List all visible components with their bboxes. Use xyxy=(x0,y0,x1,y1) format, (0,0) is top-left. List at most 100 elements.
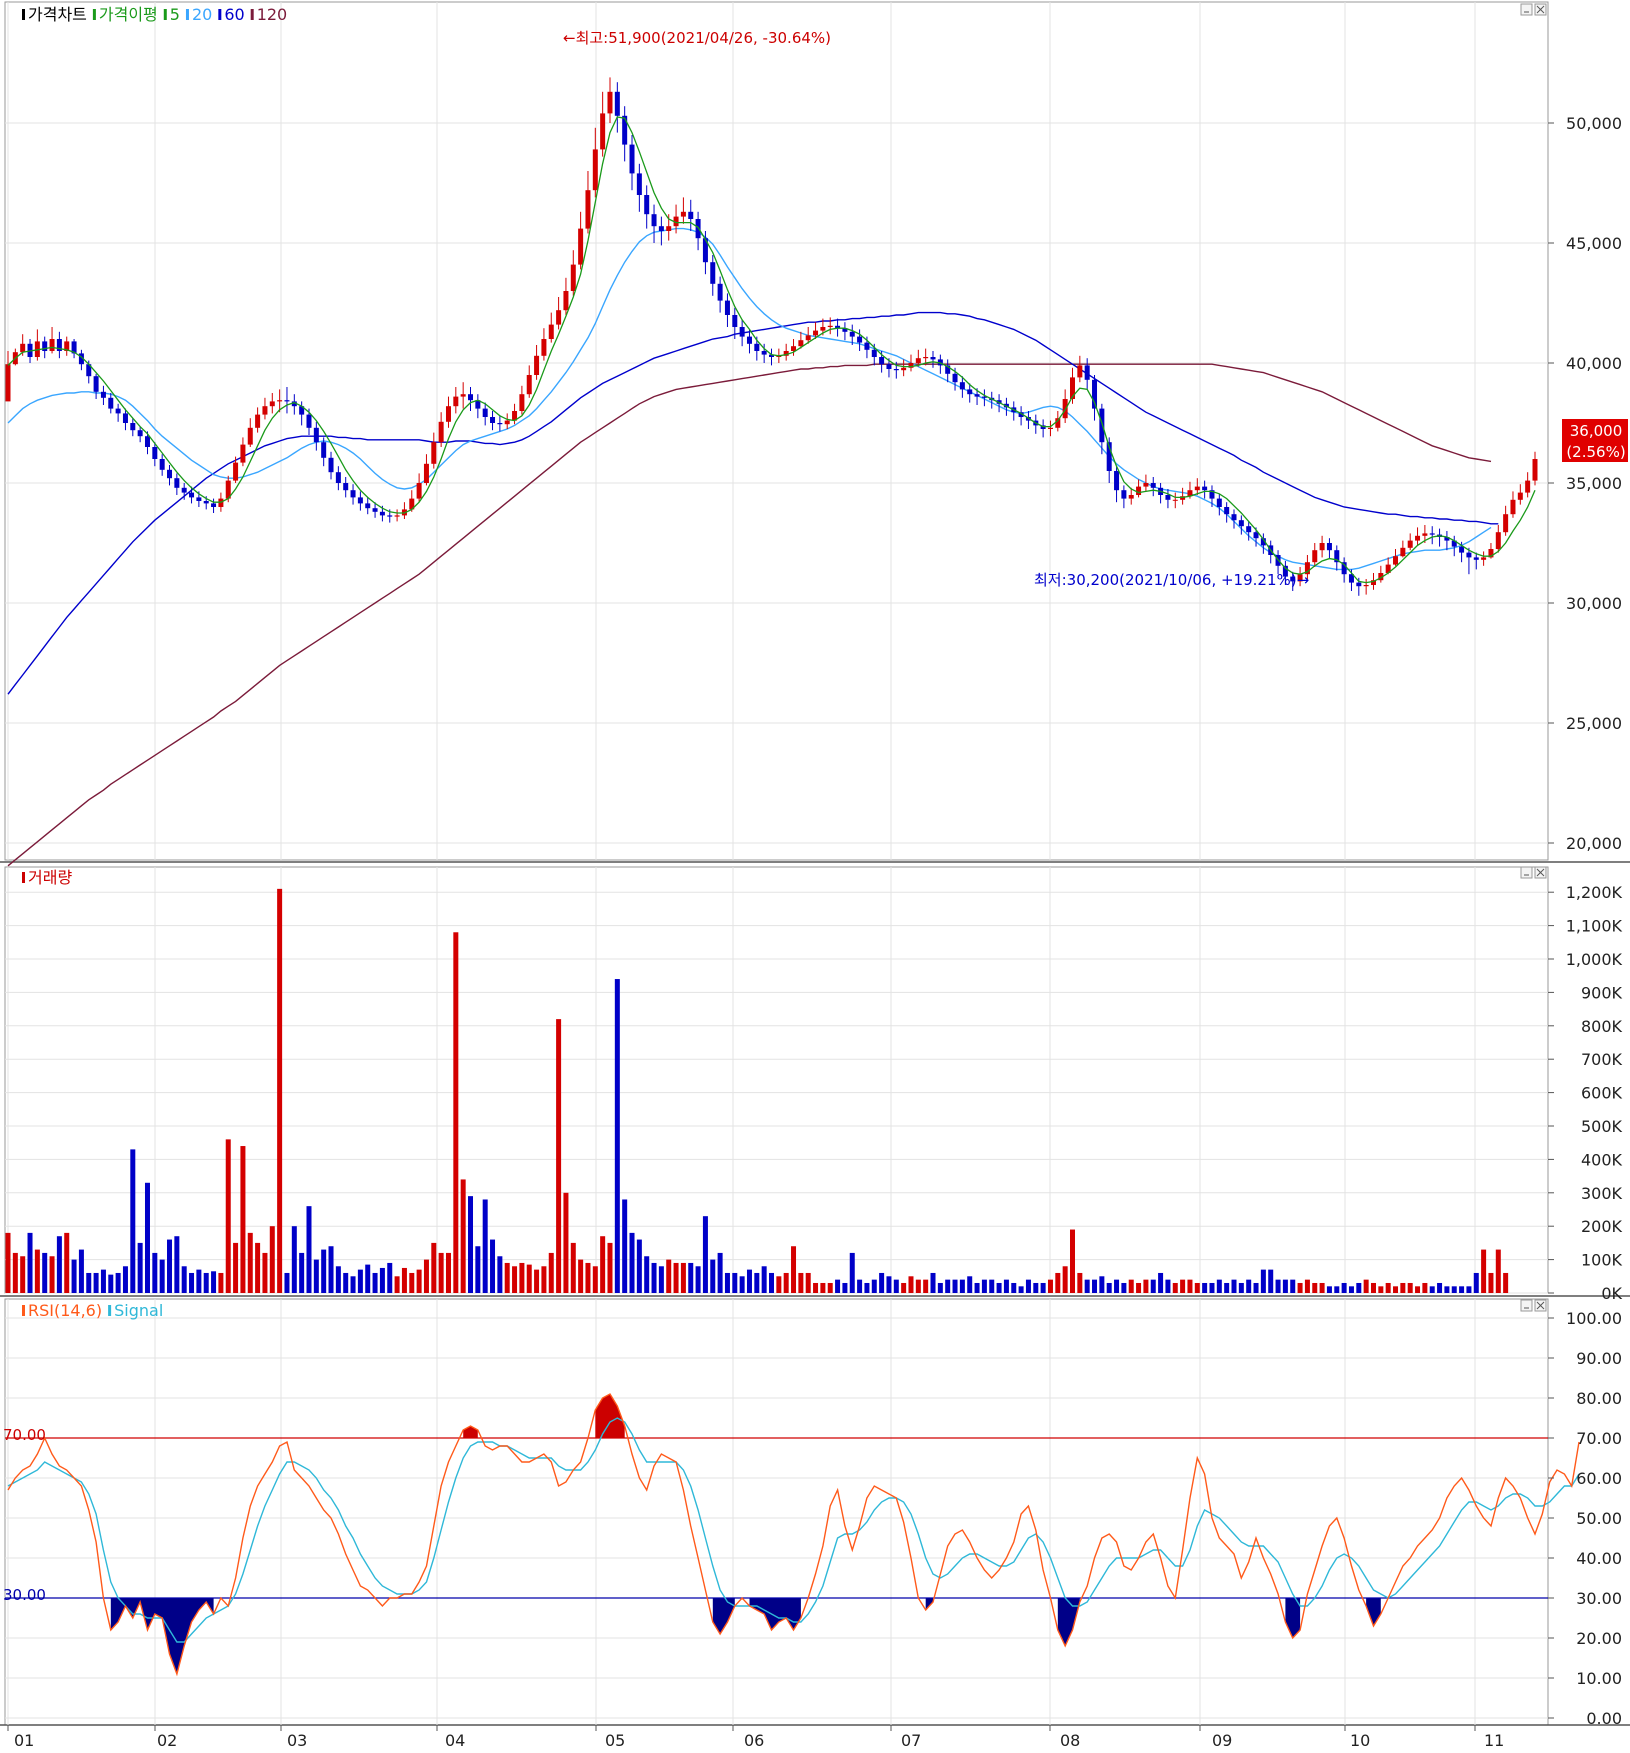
volume-bar xyxy=(306,1206,312,1293)
legend-label: 가격차트 xyxy=(28,5,87,24)
candle-body xyxy=(196,497,202,501)
rsi-upper-label: 70.00 xyxy=(3,1426,46,1444)
volume-bar xyxy=(1451,1286,1457,1293)
volume-bar xyxy=(570,1242,576,1293)
rsi-tick-label: 90.00 xyxy=(1576,1349,1622,1368)
volume-bar xyxy=(592,1266,598,1293)
legend-swatch xyxy=(22,1305,25,1316)
candle-body xyxy=(871,349,877,357)
minimize-icon xyxy=(1520,3,1533,16)
candle-body xyxy=(622,115,628,145)
candle-body xyxy=(115,408,121,414)
candle-body xyxy=(284,400,290,402)
volume-bar xyxy=(1275,1279,1281,1293)
volume-bar xyxy=(335,1266,341,1293)
candle-body xyxy=(585,190,591,229)
candle-body xyxy=(967,389,973,395)
candle-body xyxy=(629,144,635,174)
volume-bar xyxy=(1290,1279,1296,1293)
price-tick-label: 25,000 xyxy=(1566,714,1622,733)
volume-bar xyxy=(321,1249,327,1293)
candle-body xyxy=(534,355,540,375)
volume-bar xyxy=(196,1269,202,1293)
candle-body xyxy=(482,408,488,417)
volume-bar xyxy=(490,1239,496,1293)
candle-body xyxy=(519,394,525,411)
volume-bar xyxy=(1400,1282,1406,1293)
candle-body xyxy=(1246,526,1252,533)
volume-legend: 거래량 xyxy=(22,868,72,887)
volume-bar xyxy=(5,1232,11,1293)
candle-body xyxy=(5,364,11,402)
candle-body xyxy=(592,149,598,191)
candle-body xyxy=(189,492,195,498)
volume-bar xyxy=(1150,1279,1156,1293)
rsi-tick-label: 30.00 xyxy=(1576,1589,1622,1608)
candle-body xyxy=(1224,507,1230,515)
candle-body xyxy=(1400,547,1406,557)
price-tick-label: 30,000 xyxy=(1566,594,1622,613)
candle-body xyxy=(211,503,217,507)
volume-tick-label: 800K xyxy=(1581,1017,1623,1036)
volume-bar xyxy=(152,1252,158,1293)
volume-bar xyxy=(379,1267,385,1293)
volume-bar xyxy=(1319,1282,1325,1293)
volume-bar xyxy=(401,1267,407,1293)
volume-bar xyxy=(1246,1279,1252,1293)
volume-bar xyxy=(255,1242,261,1293)
volume-bar xyxy=(1165,1279,1171,1293)
candle-body xyxy=(262,406,268,415)
candle-body xyxy=(570,264,576,291)
volume-bar xyxy=(431,1242,437,1293)
rsi-tick-label: 10.00 xyxy=(1576,1669,1622,1688)
candle-body xyxy=(93,376,99,392)
candle-body xyxy=(930,357,936,360)
volume-bar xyxy=(365,1264,371,1293)
x-tick-label: 09 xyxy=(1212,1731,1232,1750)
x-tick-label: 08 xyxy=(1060,1731,1080,1750)
volume-bar xyxy=(923,1279,929,1293)
volume-bar xyxy=(600,1236,606,1293)
volume-bar xyxy=(548,1252,554,1293)
candle-body xyxy=(541,339,547,356)
candle-body xyxy=(416,483,422,499)
volume-bar xyxy=(144,1182,150,1293)
candle-body xyxy=(901,367,907,371)
volume-bar xyxy=(372,1272,378,1293)
volume-bar xyxy=(1348,1286,1354,1293)
volume-bar xyxy=(357,1269,363,1293)
volume-bar xyxy=(108,1274,114,1293)
candle-body xyxy=(761,351,767,355)
volume-bar xyxy=(115,1272,121,1293)
volume-bar xyxy=(1429,1286,1435,1293)
volume-bar xyxy=(1121,1282,1127,1293)
volume-bar xyxy=(1415,1286,1421,1293)
candle-body xyxy=(886,364,892,369)
candle-body xyxy=(313,427,319,443)
volume-bar xyxy=(857,1279,863,1293)
legend-swatch xyxy=(22,9,25,20)
legend-swatch xyxy=(163,9,167,20)
volume-bar xyxy=(269,1226,275,1293)
rsi-tick-label: 40.00 xyxy=(1576,1549,1622,1568)
candle-body xyxy=(20,343,26,353)
volume-bar xyxy=(556,1019,562,1293)
candle-body xyxy=(827,325,833,327)
volume-tick-label: 500K xyxy=(1581,1117,1623,1136)
volume-bar xyxy=(1216,1279,1222,1293)
candle-body xyxy=(1407,540,1413,548)
last-change-label: (2.56%) xyxy=(1566,443,1625,461)
candle-body xyxy=(1077,365,1083,378)
candle-body xyxy=(423,463,429,483)
volume-bar xyxy=(688,1262,694,1293)
volume-bar xyxy=(893,1279,899,1293)
candle-body xyxy=(453,396,459,407)
volume-bar xyxy=(1363,1279,1369,1293)
volume-bar xyxy=(1018,1286,1024,1293)
legend-swatch xyxy=(92,9,96,20)
volume-bar xyxy=(299,1252,305,1293)
volume-bar xyxy=(1282,1279,1288,1293)
volume-bar xyxy=(585,1262,591,1293)
volume-bar xyxy=(776,1276,782,1293)
volume-bar xyxy=(1128,1279,1134,1293)
